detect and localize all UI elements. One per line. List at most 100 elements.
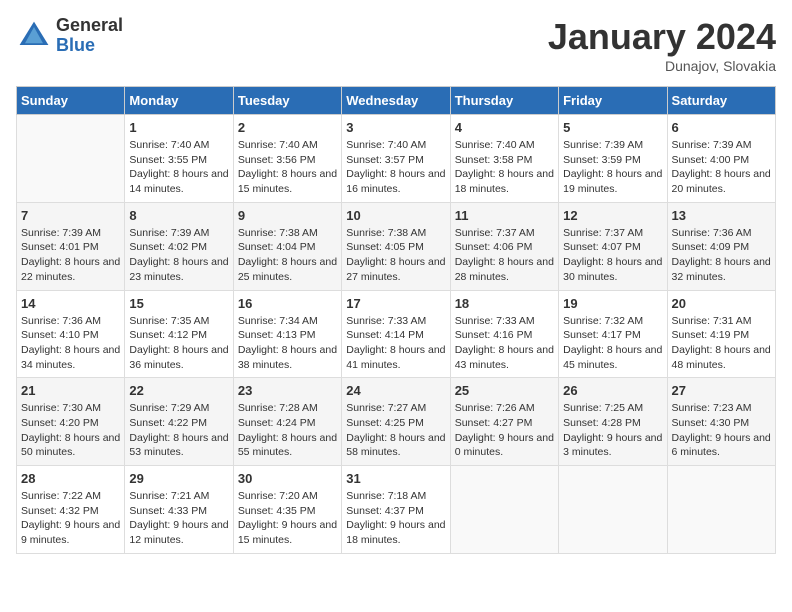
- calendar-cell: 27 Sunrise: 7:23 AMSunset: 4:30 PMDayligh…: [667, 378, 775, 466]
- day-info: Sunrise: 7:28 AMSunset: 4:24 PMDaylight:…: [238, 401, 337, 460]
- calendar-week-4: 21 Sunrise: 7:30 AMSunset: 4:20 PMDayligh…: [17, 378, 776, 466]
- calendar-cell: 5 Sunrise: 7:39 AMSunset: 3:59 PMDaylight…: [559, 115, 667, 203]
- day-number: 9: [238, 208, 337, 223]
- day-number: 26: [563, 383, 662, 398]
- day-info: Sunrise: 7:33 AMSunset: 4:16 PMDaylight:…: [455, 314, 554, 373]
- header-wednesday: Wednesday: [342, 87, 450, 115]
- page-header: General Blue January 2024 Dunajov, Slova…: [16, 16, 776, 74]
- day-info: Sunrise: 7:30 AMSunset: 4:20 PMDaylight:…: [21, 401, 120, 460]
- day-number: 16: [238, 296, 337, 311]
- day-info: Sunrise: 7:23 AMSunset: 4:30 PMDaylight:…: [672, 401, 771, 460]
- day-info: Sunrise: 7:36 AMSunset: 4:09 PMDaylight:…: [672, 226, 771, 285]
- day-info: Sunrise: 7:20 AMSunset: 4:35 PMDaylight:…: [238, 489, 337, 548]
- day-number: 23: [238, 383, 337, 398]
- header-friday: Friday: [559, 87, 667, 115]
- day-number: 19: [563, 296, 662, 311]
- day-number: 2: [238, 120, 337, 135]
- calendar-cell: 12Sunrise: 7:37 AMSunset: 4:07 PMDayligh…: [559, 202, 667, 290]
- calendar-week-5: 28Sunrise: 7:22 AMSunset: 4:32 PMDayligh…: [17, 466, 776, 554]
- calendar-cell: 21 Sunrise: 7:30 AMSunset: 4:20 PMDayligh…: [17, 378, 125, 466]
- day-info: Sunrise: 7:26 AMSunset: 4:27 PMDaylight:…: [455, 401, 554, 460]
- day-info: Sunrise: 7:39 AMSunset: 3:59 PMDaylight:…: [563, 138, 662, 197]
- day-info: Sunrise: 7:39 AMSunset: 4:00 PMDaylight:…: [672, 138, 771, 197]
- day-number: 7: [21, 208, 120, 223]
- day-number: 13: [672, 208, 771, 223]
- header-thursday: Thursday: [450, 87, 558, 115]
- header-saturday: Saturday: [667, 87, 775, 115]
- calendar-cell: 28Sunrise: 7:22 AMSunset: 4:32 PMDayligh…: [17, 466, 125, 554]
- day-info: Sunrise: 7:32 AMSunset: 4:17 PMDaylight:…: [563, 314, 662, 373]
- calendar-cell: 30 Sunrise: 7:20 AMSunset: 4:35 PMDayligh…: [233, 466, 341, 554]
- day-number: 27: [672, 383, 771, 398]
- calendar-cell: 11Sunrise: 7:37 AMSunset: 4:06 PMDayligh…: [450, 202, 558, 290]
- day-number: 29: [129, 471, 228, 486]
- day-info: Sunrise: 7:37 AMSunset: 4:06 PMDaylight:…: [455, 226, 554, 285]
- calendar-cell: 4Sunrise: 7:40 AMSunset: 3:58 PMDaylight…: [450, 115, 558, 203]
- day-info: Sunrise: 7:40 AMSunset: 3:55 PMDaylight:…: [129, 138, 228, 197]
- day-info: Sunrise: 7:22 AMSunset: 4:32 PMDaylight:…: [21, 489, 120, 548]
- month-title: January 2024: [548, 16, 776, 58]
- calendar-cell: [17, 115, 125, 203]
- day-info: Sunrise: 7:39 AMSunset: 4:02 PMDaylight:…: [129, 226, 228, 285]
- day-number: 30: [238, 471, 337, 486]
- location: Dunajov, Slovakia: [548, 58, 776, 74]
- day-number: 17: [346, 296, 445, 311]
- calendar-cell: 17Sunrise: 7:33 AMSunset: 4:14 PMDayligh…: [342, 290, 450, 378]
- day-info: Sunrise: 7:34 AMSunset: 4:13 PMDaylight:…: [238, 314, 337, 373]
- day-info: Sunrise: 7:40 AMSunset: 3:58 PMDaylight:…: [455, 138, 554, 197]
- calendar-cell: 8 Sunrise: 7:39 AMSunset: 4:02 PMDaylight…: [125, 202, 233, 290]
- calendar-cell: [667, 466, 775, 554]
- calendar-week-3: 14Sunrise: 7:36 AMSunset: 4:10 PMDayligh…: [17, 290, 776, 378]
- day-info: Sunrise: 7:31 AMSunset: 4:19 PMDaylight:…: [672, 314, 771, 373]
- day-number: 10: [346, 208, 445, 223]
- day-number: 21: [21, 383, 120, 398]
- calendar-cell: 19 Sunrise: 7:32 AMSunset: 4:17 PMDayligh…: [559, 290, 667, 378]
- calendar-cell: 9 Sunrise: 7:38 AMSunset: 4:04 PMDaylight…: [233, 202, 341, 290]
- day-number: 8: [129, 208, 228, 223]
- day-number: 15: [129, 296, 228, 311]
- calendar-header-row: SundayMondayTuesdayWednesdayThursdayFrid…: [17, 87, 776, 115]
- logo-general: General: [56, 16, 123, 36]
- calendar-cell: 31 Sunrise: 7:18 AMSunset: 4:37 PMDayligh…: [342, 466, 450, 554]
- calendar-cell: 22 Sunrise: 7:29 AMSunset: 4:22 PMDayligh…: [125, 378, 233, 466]
- calendar-cell: 18 Sunrise: 7:33 AMSunset: 4:16 PMDayligh…: [450, 290, 558, 378]
- logo: General Blue: [16, 16, 123, 56]
- day-info: Sunrise: 7:29 AMSunset: 4:22 PMDaylight:…: [129, 401, 228, 460]
- day-number: 3: [346, 120, 445, 135]
- day-info: Sunrise: 7:40 AMSunset: 3:56 PMDaylight:…: [238, 138, 337, 197]
- day-info: Sunrise: 7:35 AMSunset: 4:12 PMDaylight:…: [129, 314, 228, 373]
- calendar-table: SundayMondayTuesdayWednesdayThursdayFrid…: [16, 86, 776, 554]
- calendar-cell: 26 Sunrise: 7:25 AMSunset: 4:28 PMDayligh…: [559, 378, 667, 466]
- day-number: 5: [563, 120, 662, 135]
- calendar-cell: 24Sunrise: 7:27 AMSunset: 4:25 PMDayligh…: [342, 378, 450, 466]
- day-info: Sunrise: 7:21 AMSunset: 4:33 PMDaylight:…: [129, 489, 228, 548]
- day-info: Sunrise: 7:40 AMSunset: 3:57 PMDaylight:…: [346, 138, 445, 197]
- header-monday: Monday: [125, 87, 233, 115]
- calendar-week-1: 1Sunrise: 7:40 AMSunset: 3:55 PMDaylight…: [17, 115, 776, 203]
- calendar-cell: 13 Sunrise: 7:36 AMSunset: 4:09 PMDayligh…: [667, 202, 775, 290]
- day-info: Sunrise: 7:38 AMSunset: 4:05 PMDaylight:…: [346, 226, 445, 285]
- logo-blue: Blue: [56, 36, 123, 56]
- calendar-week-2: 7 Sunrise: 7:39 AMSunset: 4:01 PMDaylight…: [17, 202, 776, 290]
- header-sunday: Sunday: [17, 87, 125, 115]
- day-number: 31: [346, 471, 445, 486]
- day-number: 22: [129, 383, 228, 398]
- calendar-cell: 2 Sunrise: 7:40 AMSunset: 3:56 PMDaylight…: [233, 115, 341, 203]
- day-info: Sunrise: 7:39 AMSunset: 4:01 PMDaylight:…: [21, 226, 120, 285]
- day-info: Sunrise: 7:25 AMSunset: 4:28 PMDaylight:…: [563, 401, 662, 460]
- day-info: Sunrise: 7:38 AMSunset: 4:04 PMDaylight:…: [238, 226, 337, 285]
- calendar-cell: 23 Sunrise: 7:28 AMSunset: 4:24 PMDayligh…: [233, 378, 341, 466]
- day-number: 18: [455, 296, 554, 311]
- day-number: 24: [346, 383, 445, 398]
- calendar-cell: 15 Sunrise: 7:35 AMSunset: 4:12 PMDayligh…: [125, 290, 233, 378]
- day-number: 25: [455, 383, 554, 398]
- day-number: 14: [21, 296, 120, 311]
- logo-text: General Blue: [56, 16, 123, 56]
- calendar-cell: [559, 466, 667, 554]
- title-block: January 2024 Dunajov, Slovakia: [548, 16, 776, 74]
- day-number: 12: [563, 208, 662, 223]
- calendar-cell: [450, 466, 558, 554]
- calendar-cell: 20Sunrise: 7:31 AMSunset: 4:19 PMDayligh…: [667, 290, 775, 378]
- day-info: Sunrise: 7:18 AMSunset: 4:37 PMDaylight:…: [346, 489, 445, 548]
- calendar-cell: 6Sunrise: 7:39 AMSunset: 4:00 PMDaylight…: [667, 115, 775, 203]
